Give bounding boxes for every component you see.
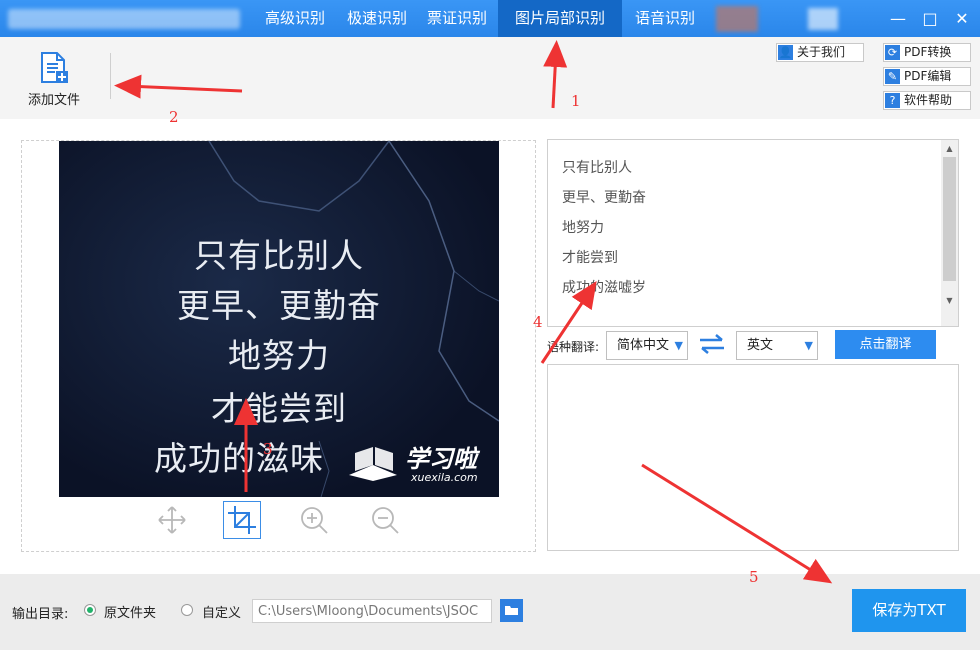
folder-icon bbox=[505, 606, 518, 615]
pdf-convert-button[interactable]: ⟳ PDF转换 bbox=[883, 43, 971, 62]
pdf-edit-button[interactable]: ✎ PDF编辑 bbox=[883, 67, 971, 86]
user-avatar-blurred bbox=[716, 6, 758, 32]
title-bar: 高级识别 极速识别 票证识别 图片局部识别 语音识别 — □ ✕ bbox=[0, 0, 980, 37]
toolbar: 添加文件 👤 关于我们 ⟳ PDF转换 ✎ PDF编辑 ? 软件帮助 bbox=[0, 37, 980, 119]
zoom-out-tool[interactable] bbox=[366, 501, 404, 539]
ocr-result-textarea[interactable]: 只有比别人 更早、更勤奋 地努力 才能尝到 成功的滋嘘岁 ▲ ▼ bbox=[547, 139, 959, 327]
watermark-text: 学习啦 bbox=[405, 445, 477, 473]
result-line: 更早、更勤奋 bbox=[562, 190, 646, 206]
close-button[interactable]: ✕ bbox=[946, 0, 978, 37]
source-language-value: 简体中文 bbox=[617, 338, 670, 353]
annotation-5: 5 bbox=[749, 568, 759, 586]
original-folder-radio[interactable] bbox=[84, 604, 96, 616]
chevron-down-icon: ▼ bbox=[804, 339, 813, 352]
pdf-convert-label: PDF转换 bbox=[904, 45, 952, 59]
help-button[interactable]: ? 软件帮助 bbox=[883, 91, 971, 110]
chevron-down-icon: ▼ bbox=[674, 339, 683, 352]
tab-ticket-ocr[interactable]: 票证识别 bbox=[416, 0, 498, 37]
move-tool[interactable] bbox=[153, 501, 191, 539]
scroll-thumb[interactable] bbox=[943, 157, 956, 281]
browse-folder-button[interactable] bbox=[500, 599, 523, 622]
add-file-label: 添加文件 bbox=[27, 93, 80, 108]
crop-tool[interactable] bbox=[223, 501, 261, 539]
result-line: 只有比别人 bbox=[562, 160, 632, 176]
toolbar-divider bbox=[110, 53, 111, 99]
source-language-select[interactable]: 简体中文 ▼ bbox=[606, 331, 688, 360]
custom-folder-radio[interactable] bbox=[181, 604, 193, 616]
tab-voice-ocr[interactable]: 语音识别 bbox=[622, 0, 708, 37]
target-language-select[interactable]: 英文 ▼ bbox=[736, 331, 818, 360]
user-icon: 👤 bbox=[778, 45, 793, 60]
main-area: 只有比别人 更早、更勤奋 地努力 才能尝到 成功的滋味 学习啦 xuexila.… bbox=[0, 119, 980, 574]
custom-folder-label[interactable]: 自定义 bbox=[202, 602, 241, 621]
translate-label: 语种翻译: bbox=[547, 340, 600, 354]
refresh-icon: ⟳ bbox=[885, 45, 900, 60]
save-txt-button[interactable]: 保存为TXT bbox=[852, 589, 966, 632]
help-label: 软件帮助 bbox=[904, 93, 953, 107]
watermark-subtext: xuexila.com bbox=[411, 471, 478, 484]
image-text-line: 只有比别人 bbox=[194, 236, 364, 275]
translate-button[interactable]: 点击翻译 bbox=[835, 330, 936, 359]
footer-bar: 输出目录: 原文件夹 自定义 保存为TXT bbox=[0, 574, 980, 650]
add-file-button[interactable]: 添加文件 bbox=[18, 51, 90, 108]
translation-result-textarea[interactable] bbox=[547, 364, 959, 551]
crop-icon bbox=[228, 506, 256, 534]
question-icon: ? bbox=[885, 93, 900, 108]
result-scrollbar[interactable]: ▲ ▼ bbox=[941, 140, 958, 326]
about-label: 关于我们 bbox=[797, 45, 846, 59]
result-line: 成功的滋嘘岁 bbox=[562, 280, 646, 296]
result-line: 地努力 bbox=[562, 220, 604, 236]
output-dir-label: 输出目录: bbox=[12, 607, 69, 622]
menu-blurred bbox=[808, 8, 838, 30]
annotation-2: 2 bbox=[169, 108, 179, 126]
move-icon bbox=[158, 506, 186, 534]
image-text-line: 才能尝到 bbox=[211, 389, 347, 428]
about-button[interactable]: 👤 关于我们 bbox=[776, 43, 864, 62]
original-folder-label[interactable]: 原文件夹 bbox=[104, 602, 156, 621]
app-title-blurred bbox=[8, 9, 240, 29]
annotation-4: 4 bbox=[533, 313, 543, 331]
annotation-1: 1 bbox=[571, 92, 581, 110]
pencil-icon: ✎ bbox=[885, 69, 900, 84]
zoom-in-icon bbox=[301, 507, 328, 534]
annotation-3: 3 bbox=[263, 440, 273, 458]
image-text-line: 更早、更勤奋 bbox=[177, 286, 381, 325]
tab-partial-image-ocr[interactable]: 图片局部识别 bbox=[498, 0, 622, 37]
tab-advanced-ocr[interactable]: 高级识别 bbox=[252, 0, 338, 37]
watermark-logo-icon bbox=[349, 447, 397, 481]
preview-image[interactable]: 只有比别人 更早、更勤奋 地努力 才能尝到 成功的滋味 学习啦 xuexila.… bbox=[59, 141, 499, 497]
tab-fast-ocr[interactable]: 极速识别 bbox=[338, 0, 416, 37]
pdf-edit-label: PDF编辑 bbox=[904, 69, 952, 83]
scroll-down-icon[interactable]: ▼ bbox=[941, 292, 958, 309]
image-preview-area: 只有比别人 更早、更勤奋 地努力 才能尝到 成功的滋味 学习啦 xuexila.… bbox=[21, 140, 536, 552]
image-text-line: 地努力 bbox=[228, 336, 330, 375]
scroll-up-icon[interactable]: ▲ bbox=[941, 140, 958, 157]
add-file-icon bbox=[41, 52, 68, 83]
swap-icon[interactable] bbox=[697, 333, 727, 355]
target-language-value: 英文 bbox=[747, 338, 774, 353]
result-line: 才能尝到 bbox=[562, 250, 618, 266]
zoom-in-tool[interactable] bbox=[295, 501, 333, 539]
minimize-button[interactable]: — bbox=[882, 0, 914, 37]
zoom-out-icon bbox=[372, 507, 399, 534]
maximize-button[interactable]: □ bbox=[914, 0, 946, 37]
output-path-input[interactable] bbox=[252, 599, 492, 623]
